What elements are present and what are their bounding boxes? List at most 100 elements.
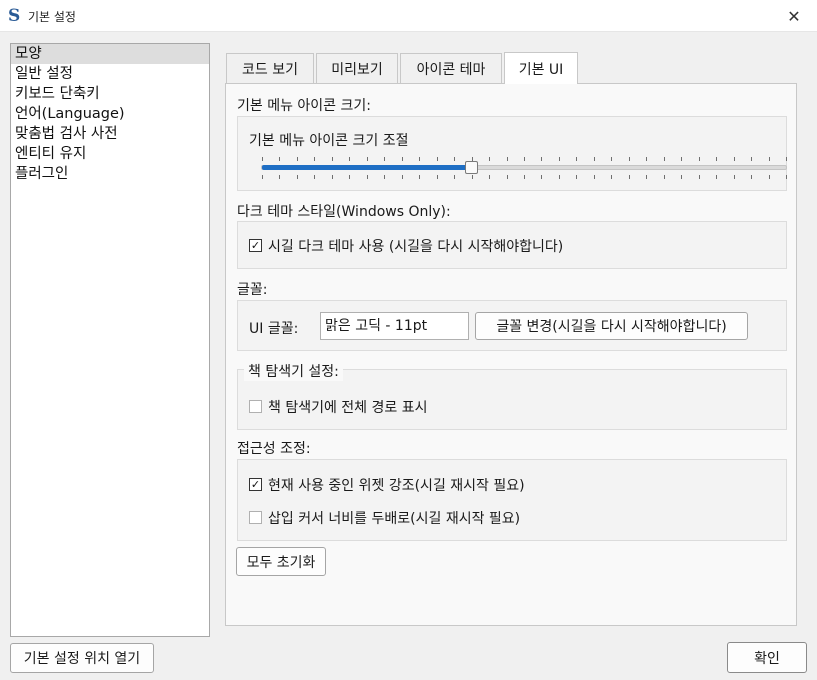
slider-tick	[454, 175, 456, 179]
dark-theme-checkbox[interactable]: ✓	[249, 239, 262, 252]
accessibility-heading: 접근성 조정:	[237, 441, 311, 457]
highlight-widget-checkbox[interactable]: ✓	[249, 478, 262, 491]
slider-tick	[384, 175, 386, 179]
slider-tick	[558, 175, 560, 179]
slider-tick	[698, 175, 700, 179]
slider-tick	[314, 157, 316, 161]
double-caret-checkbox[interactable]	[249, 511, 262, 524]
slider-tick	[751, 157, 753, 161]
slider-tick	[646, 175, 648, 179]
slider-tick	[733, 157, 735, 161]
sidebar-item-general[interactable]: 일반 설정	[11, 64, 209, 84]
sidebar-item-spellcheck-dictionaries[interactable]: 맞춤법 검사 사전	[11, 124, 209, 144]
slider-tick	[296, 175, 298, 179]
sidebar-item-keyboard-shortcuts[interactable]: 키보드 단축키	[11, 84, 209, 104]
accessibility-group: ✓ 현재 사용 중인 위젯 강조(시길 재시작 필요) 삽입 커서 너비를 두배…	[237, 459, 787, 541]
slider-tick	[524, 157, 525, 161]
slider-tick	[733, 175, 735, 179]
category-list[interactable]: 모양 일반 설정 키보드 단축키 언어(Language) 맞춤법 검사 사전 …	[10, 43, 210, 637]
slider-tick	[768, 175, 770, 179]
slider-tick	[366, 157, 368, 161]
slider-tick	[296, 157, 298, 161]
close-button[interactable]: ✕	[771, 0, 817, 32]
slider-tick	[401, 175, 403, 179]
slider-tick	[698, 157, 700, 161]
font-group: UI 글꼴: 맑은 고딕 - 11pt 글꼴 변경(시길을 다시 시작해야합니다…	[237, 300, 787, 351]
slider-tick	[279, 175, 281, 179]
slider-tick	[489, 157, 491, 161]
sidebar-item-preserve-entities[interactable]: 엔티티 유지	[11, 144, 209, 164]
app-logo-icon: S	[8, 6, 21, 26]
tab-preview[interactable]: 미리보기	[316, 53, 398, 83]
slider-tick	[541, 175, 543, 179]
double-caret-label[interactable]: 삽입 커서 너비를 두배로(시길 재시작 필요)	[268, 508, 520, 528]
tab-icon-theme[interactable]: 아이콘 테마	[400, 53, 502, 83]
slider-tick	[436, 175, 438, 179]
font-heading: 글꼴:	[237, 282, 268, 298]
dark-theme-checkbox-label[interactable]: 시길 다크 테마 사용 (시길을 다시 시작해야합니다)	[268, 236, 563, 256]
slider-handle[interactable]	[465, 161, 479, 174]
menu-icon-size-heading: 기본 메뉴 아이콘 크기:	[237, 98, 371, 114]
slider-fill	[262, 165, 473, 170]
slider-tick	[366, 175, 368, 179]
change-font-button[interactable]: 글꼴 변경(시길을 다시 시작해야합니다)	[475, 312, 748, 340]
checkmark-icon: ✓	[250, 478, 261, 491]
slider-tick	[524, 175, 525, 179]
slider-tick	[786, 157, 787, 161]
slider-tick	[628, 175, 630, 179]
sidebar-item-appearance[interactable]: 모양	[11, 44, 209, 64]
slider-tick	[576, 175, 578, 179]
menu-icon-size-group: 기본 메뉴 아이콘 크기 조절	[237, 116, 787, 191]
slider-tick	[436, 157, 438, 161]
slider-tick	[681, 175, 683, 179]
slider-tick	[716, 175, 718, 179]
highlight-widget-label[interactable]: 현재 사용 중인 위젯 강조(시길 재시작 필요)	[268, 475, 525, 495]
slider-tick	[576, 157, 578, 161]
slider-tick	[262, 157, 263, 161]
slider-tick	[506, 175, 508, 179]
reset-all-button[interactable]: 모두 초기화	[236, 547, 326, 576]
slider-tick	[663, 175, 665, 179]
slider-tick	[262, 175, 263, 179]
tab-basic-ui[interactable]: 기본 UI	[504, 52, 578, 84]
slider-tick	[628, 157, 630, 161]
dark-theme-heading: 다크 테마 스타일(Windows Only):	[237, 204, 451, 220]
slider-tick	[681, 157, 683, 161]
tab-code-view[interactable]: 코드 보기	[226, 53, 314, 83]
open-preferences-location-button[interactable]: 기본 설정 위치 열기	[10, 643, 154, 673]
menu-icon-size-slider[interactable]	[261, 165, 787, 170]
full-path-checkbox-label[interactable]: 책 탐색기에 전체 경로 표시	[268, 397, 427, 417]
slider-tick	[419, 157, 421, 161]
slider-tick	[279, 157, 281, 161]
slider-tick	[786, 175, 787, 179]
slider-tick	[419, 175, 421, 179]
slider-tick	[768, 157, 770, 161]
sidebar-item-language[interactable]: 언어(Language)	[11, 104, 209, 124]
slider-tick	[401, 157, 403, 161]
slider-tick	[558, 157, 560, 161]
full-path-checkbox[interactable]	[249, 400, 262, 413]
book-browser-group: 책 탐색기 설정: 책 탐색기에 전체 경로 표시	[237, 361, 787, 430]
slider-tick	[646, 157, 648, 161]
checkmark-icon: ✓	[250, 239, 261, 252]
ok-button[interactable]: 확인	[727, 642, 807, 673]
basic-ui-panel: 기본 메뉴 아이콘 크기: 기본 메뉴 아이콘 크기 조절 다크 테마 스타일(…	[225, 83, 797, 626]
close-icon: ✕	[787, 6, 801, 26]
slider-tick	[331, 157, 333, 161]
ui-font-label: UI 글꼴:	[249, 321, 299, 337]
slider-tick	[716, 157, 718, 161]
book-browser-legend: 책 탐색기 설정:	[244, 361, 343, 381]
slider-tick	[541, 157, 543, 161]
dark-theme-group: ✓ 시길 다크 테마 사용 (시길을 다시 시작해야합니다)	[237, 221, 787, 269]
slider-tick	[454, 157, 456, 161]
slider-tick	[349, 157, 351, 161]
slider-tick	[593, 157, 595, 161]
menu-icon-slider-label: 기본 메뉴 아이콘 크기 조절	[249, 133, 409, 149]
slider-tick	[663, 157, 665, 161]
slider-tick	[349, 175, 351, 179]
slider-tick	[506, 157, 508, 161]
slider-tick	[611, 157, 613, 161]
window-title: 기본 설정	[28, 10, 76, 24]
ui-font-value-field[interactable]: 맑은 고딕 - 11pt	[320, 312, 469, 340]
sidebar-item-plugins[interactable]: 플러그인	[11, 164, 209, 184]
